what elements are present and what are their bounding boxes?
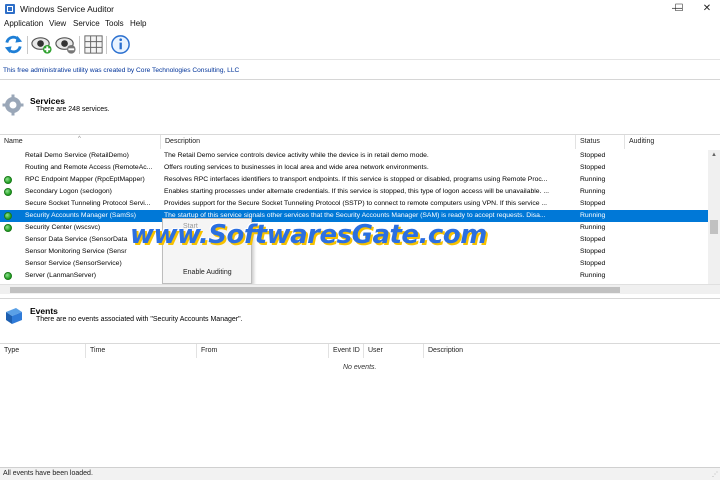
context-menu-enable-auditing[interactable]: Enable Auditing	[183, 269, 232, 276]
events-title: Events	[30, 306, 58, 316]
service-name: Server (LanmanServer)	[25, 272, 97, 279]
running-status-icon	[4, 224, 12, 232]
services-count: There are 248 services.	[36, 106, 110, 113]
service-status: Stopped	[580, 260, 606, 267]
audit-remove-icon[interactable]	[54, 33, 77, 56]
scroll-up-icon[interactable]: ▲	[708, 150, 720, 160]
window-title: Windows Service Auditor	[20, 4, 115, 14]
book-icon	[6, 308, 22, 324]
audit-add-icon[interactable]	[30, 33, 53, 56]
menu-tools[interactable]: Tools	[105, 19, 124, 28]
service-row[interactable]: RPC Endpoint Mapper (RpcEptMapper) Resolv…	[0, 174, 708, 186]
service-description: Resolves RPC interfaces identifiers to t…	[164, 176, 548, 183]
column-header-event-id[interactable]: Event ID	[329, 344, 364, 358]
events-table: Type Time From Event ID User Description…	[0, 343, 720, 467]
app-icon	[5, 4, 15, 14]
menu-view[interactable]: View	[49, 19, 66, 28]
service-description: Offers routing services to businesses in…	[164, 164, 429, 171]
resize-grip-icon[interactable]: ⋰	[712, 471, 718, 478]
service-status: Running	[580, 224, 606, 231]
service-name: RPC Endpoint Mapper (RpcEptMapper)	[25, 176, 145, 183]
column-header-from[interactable]: From	[197, 344, 329, 358]
services-rows: Retail Demo Service (RetailDemo) The Reta…	[0, 150, 708, 282]
gear-icon	[2, 94, 24, 116]
services-title: Services	[30, 96, 65, 106]
service-status: Stopped	[580, 152, 606, 159]
service-status: Stopped	[580, 236, 606, 243]
column-header-name[interactable]: ^ Name	[0, 135, 161, 149]
toolbar-separator	[27, 36, 28, 54]
menu-help[interactable]: Help	[130, 19, 146, 28]
menu-bar: Application View Service Tools Help	[0, 18, 720, 31]
service-status: Running	[580, 188, 606, 195]
service-description: Provides support for the Secure Socket T…	[164, 200, 548, 207]
watermark: www.SoftwaresGate.com	[130, 220, 487, 250]
running-status-icon	[4, 212, 12, 220]
scroll-thumb[interactable]	[710, 220, 718, 234]
service-status: Stopped	[580, 248, 606, 255]
close-button[interactable]: ✕	[692, 0, 720, 18]
column-header-status[interactable]: Status	[576, 135, 625, 149]
menu-application[interactable]: Application	[4, 19, 43, 28]
services-vertical-scrollbar[interactable]: ▲	[708, 150, 720, 284]
toolbar-separator	[79, 36, 80, 54]
column-header-description[interactable]: Description	[424, 344, 720, 358]
status-text: All events have been loaded.	[3, 470, 93, 477]
info-icon[interactable]	[109, 33, 132, 56]
credits-banner: This free administrative utility was cre…	[0, 59, 720, 80]
toolbar	[0, 31, 720, 58]
service-row[interactable]: Secondary Logon (seclogon) Enables starti…	[0, 186, 708, 198]
refresh-icon[interactable]	[2, 33, 25, 56]
service-status: Stopped	[580, 164, 606, 171]
column-header-type[interactable]: Type	[0, 344, 86, 358]
service-name: Secure Socket Tunneling Protocol Servi..…	[25, 200, 151, 207]
menu-service[interactable]: Service	[73, 19, 100, 28]
running-status-icon	[4, 272, 12, 280]
column-header-description[interactable]: Description	[161, 135, 576, 149]
status-bar: All events have been loaded. ⋰	[0, 467, 720, 480]
services-horizontal-scrollbar[interactable]	[0, 284, 720, 294]
service-row[interactable]: Server (LanmanServer) Running	[0, 270, 708, 282]
services-table: ^ Name Description Status Auditing Retai…	[0, 134, 720, 284]
column-header-user[interactable]: User	[364, 344, 424, 358]
service-name: Secondary Logon (seclogon)	[25, 188, 112, 195]
service-name: Retail Demo Service (RetailDemo)	[25, 152, 129, 159]
service-row[interactable]: Routing and Remote Access (RemoteAc... Of…	[0, 162, 708, 174]
service-status: Running	[580, 212, 606, 219]
service-status: Running	[580, 272, 606, 279]
service-row[interactable]: Secure Socket Tunneling Protocol Servi..…	[0, 198, 708, 210]
service-status: Stopped	[580, 200, 606, 207]
service-description: The Retail Demo service controls device …	[164, 152, 429, 159]
column-header-time[interactable]: Time	[86, 344, 197, 358]
events-header: Events There are no events associated wi…	[0, 298, 720, 328]
services-header: Services There are 248 services.	[0, 88, 720, 124]
service-status: Running	[580, 176, 606, 183]
no-events-message: No events.	[343, 364, 377, 371]
service-name: Sensor Service (SensorService)	[25, 260, 122, 267]
events-subtitle: There are no events associated with "Sec…	[36, 316, 243, 323]
service-row[interactable]: Retail Demo Service (RetailDemo) The Reta…	[0, 150, 708, 162]
title-bar: Windows Service Auditor —	[0, 0, 720, 18]
service-name: Routing and Remote Access (RemoteAc...	[25, 164, 153, 171]
toolbar-separator	[106, 36, 107, 54]
scroll-thumb[interactable]	[10, 287, 620, 293]
service-description: Enables starting processes under alterna…	[164, 188, 549, 195]
running-status-icon	[4, 188, 12, 196]
column-header-auditing[interactable]: Auditing	[625, 135, 708, 149]
maximize-button[interactable]: ☐	[664, 0, 694, 18]
credits-text: This free administrative utility was cre…	[3, 67, 240, 74]
sort-caret-icon: ^	[78, 136, 81, 142]
running-status-icon	[4, 176, 12, 184]
service-row[interactable]: Sensor Service (SensorService) Stopped	[0, 258, 708, 270]
grid-icon[interactable]	[82, 33, 105, 56]
